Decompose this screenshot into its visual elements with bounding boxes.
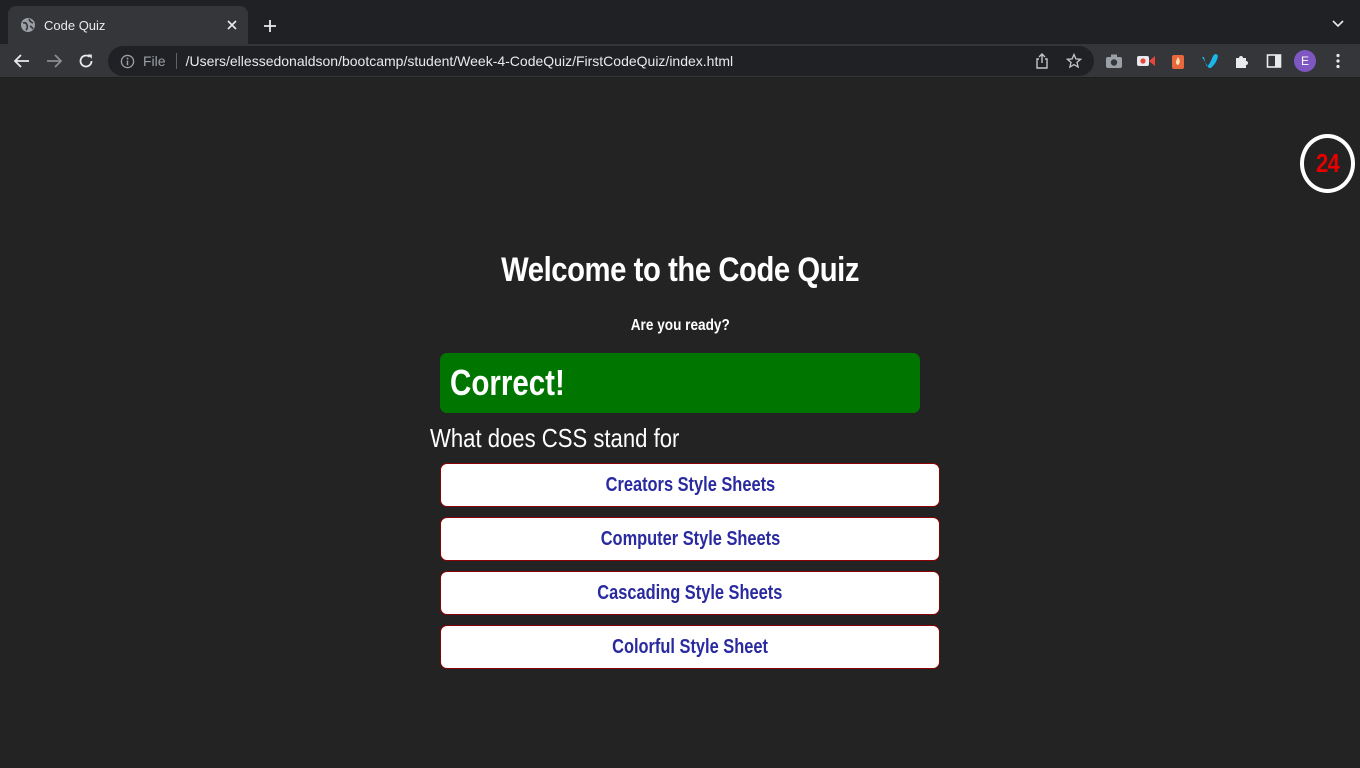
browser-toolbar: File /Users/ellessedonaldson/bootcamp/st… bbox=[0, 44, 1360, 78]
kebab-menu-icon[interactable] bbox=[1327, 50, 1349, 72]
address-bar[interactable]: File /Users/ellessedonaldson/bootcamp/st… bbox=[108, 46, 1094, 76]
answer-feedback-banner: Correct! bbox=[440, 353, 920, 413]
browser-tab-strip: Code Quiz bbox=[0, 0, 1360, 44]
answer-option-2[interactable]: Computer Style Sheets bbox=[440, 517, 940, 561]
video-record-extension-icon[interactable] bbox=[1135, 50, 1157, 72]
timer-value: 24 bbox=[1316, 148, 1340, 178]
browser-tab[interactable]: Code Quiz bbox=[8, 6, 248, 44]
question-text: What does CSS stand for bbox=[430, 423, 680, 453]
answer-option-3[interactable]: Cascading Style Sheets bbox=[440, 571, 940, 615]
forward-arrow-icon[interactable] bbox=[41, 48, 67, 74]
page-subtitle: Are you ready? bbox=[630, 317, 730, 334]
globe-icon bbox=[20, 17, 36, 33]
close-tab-icon[interactable] bbox=[222, 15, 242, 35]
side-panel-icon[interactable] bbox=[1263, 50, 1285, 72]
page-title: Welcome to the Code Quiz bbox=[501, 251, 859, 289]
feedback-text: Correct! bbox=[450, 362, 565, 403]
quiz-page: 24 Welcome to the Code Quiz Are you read… bbox=[0, 79, 1360, 768]
share-icon[interactable] bbox=[1032, 51, 1052, 71]
chevron-down-icon[interactable] bbox=[1328, 14, 1348, 34]
puzzle-extensions-icon[interactable] bbox=[1231, 50, 1253, 72]
answer-option-label: Creators Style Sheets bbox=[605, 473, 775, 496]
tab-title: Code Quiz bbox=[44, 17, 106, 33]
profile-initial: E bbox=[1300, 54, 1309, 68]
url-text[interactable]: /Users/ellessedonaldson/bootcamp/student… bbox=[186, 53, 734, 69]
vimeo-extension-icon[interactable] bbox=[1199, 50, 1221, 72]
file-scheme-label: File bbox=[143, 53, 166, 69]
fire-extension-icon[interactable] bbox=[1167, 50, 1189, 72]
bookmark-star-icon[interactable] bbox=[1064, 51, 1084, 71]
camera-extension-icon[interactable] bbox=[1103, 50, 1125, 72]
reload-icon[interactable] bbox=[73, 48, 99, 74]
countdown-timer: 24 bbox=[1300, 134, 1355, 193]
new-tab-icon[interactable] bbox=[258, 14, 282, 38]
profile-avatar[interactable]: E bbox=[1294, 50, 1316, 72]
answer-option-label: Cascading Style Sheets bbox=[597, 581, 783, 604]
info-icon[interactable] bbox=[119, 53, 135, 69]
answer-option-4[interactable]: Colorful Style Sheet bbox=[440, 625, 940, 669]
answer-option-1[interactable]: Creators Style Sheets bbox=[440, 463, 940, 507]
answer-option-label: Colorful Style Sheet bbox=[612, 635, 768, 658]
answer-option-label: Computer Style Sheets bbox=[600, 527, 780, 550]
back-arrow-icon[interactable] bbox=[9, 48, 35, 74]
url-divider bbox=[175, 53, 177, 69]
